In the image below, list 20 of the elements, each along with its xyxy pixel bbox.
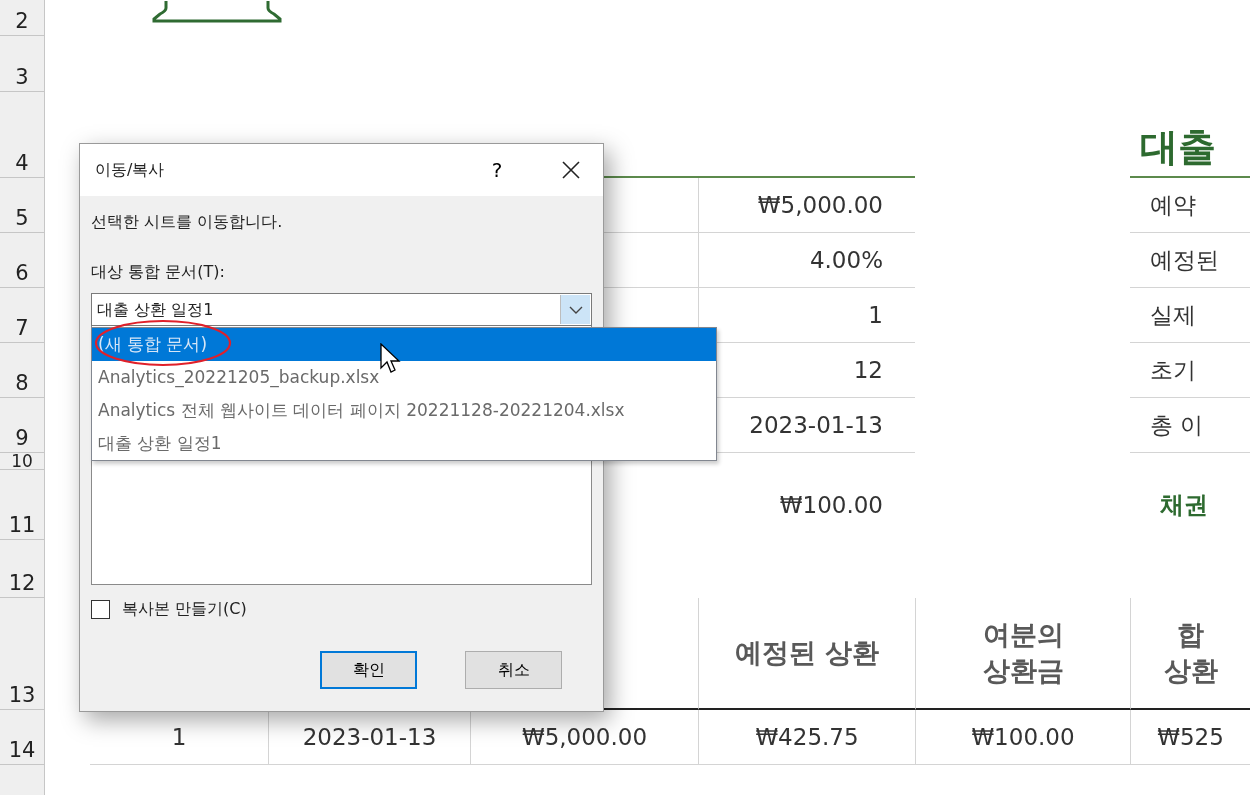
table-cell: ₩425.75 [698, 710, 915, 765]
dialog-message: 선택한 시트를 이동합니다. [91, 211, 284, 233]
table-cell: ₩525 [1130, 710, 1250, 765]
table-cell: 예약 [1130, 178, 1250, 233]
table-cell-text: 채권 [1159, 490, 1209, 521]
field-label: 대상 통합 문서(T): [91, 261, 226, 283]
table-cell-text: ₩100.00 [778, 490, 884, 520]
dialog-title: 이동/복사 [95, 159, 165, 181]
table-cell: 4.00% [698, 233, 915, 288]
column-header: 합 상환 [1130, 598, 1250, 710]
table-cell: 예정된 [1130, 233, 1250, 288]
table-cell: 초기 [1130, 343, 1250, 398]
table-cell: 실제 [1130, 288, 1250, 343]
sheet-title: 대출 [1130, 92, 1250, 178]
column-header: 여분의 상환금 [915, 598, 1130, 710]
table-cell: ₩5,000.00 [698, 178, 915, 233]
table-cell: ₩100.00 [915, 710, 1130, 765]
table-cell: 총 이 [1130, 398, 1250, 453]
column-header: 예정된 상환 [698, 598, 915, 710]
checkbox-label: 복사본 만들기(C) [122, 598, 247, 620]
